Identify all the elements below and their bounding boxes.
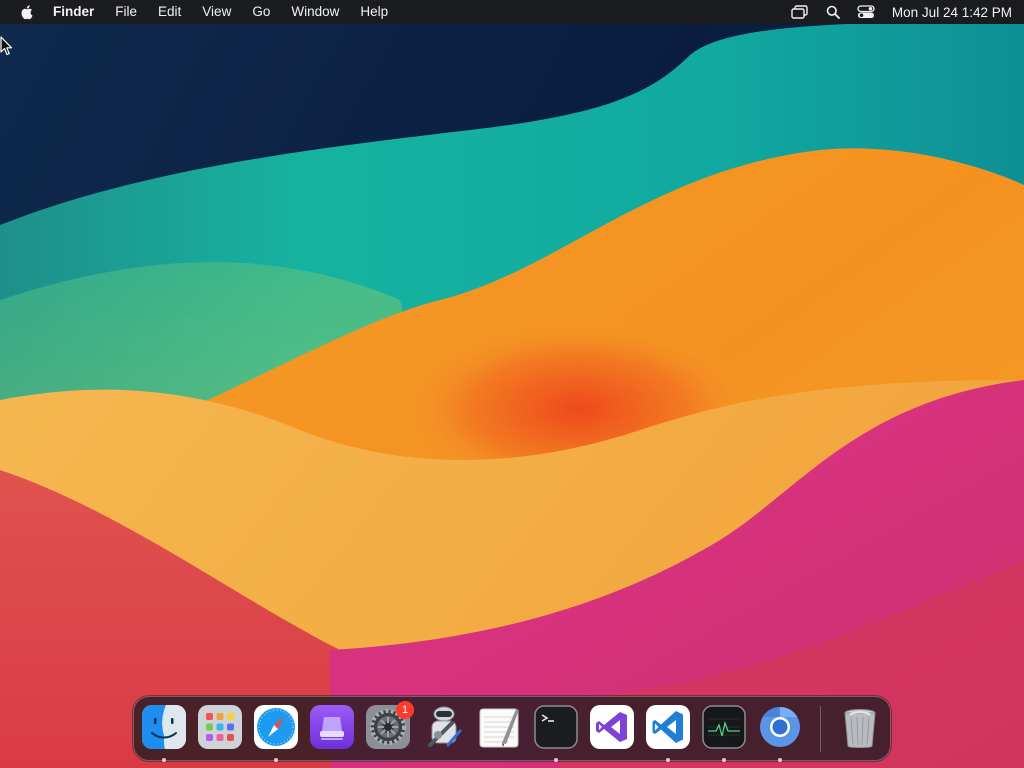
dock-item-chromium[interactable] (758, 705, 802, 749)
menu-app-name[interactable]: Finder (53, 0, 94, 24)
dock-item-vscode[interactable] (646, 705, 690, 749)
trash-icon (844, 709, 876, 748)
running-indicator (162, 758, 166, 762)
dock-item-safari[interactable] (254, 705, 298, 749)
menu-window[interactable]: Window (291, 0, 339, 24)
menu-file[interactable]: File (115, 0, 137, 24)
menu-bar: Finder File Edit View Go Window Help Mon… (0, 0, 1024, 24)
apple-menu-icon[interactable] (19, 4, 35, 20)
dock-item-automator[interactable] (422, 705, 466, 749)
dock-item-trash[interactable] (838, 705, 882, 749)
dock-item-visual-studio[interactable] (590, 705, 634, 749)
purple-app-icon (310, 705, 354, 749)
menu-bar-clock[interactable]: Mon Jul 24 1:42 PM (892, 5, 1012, 20)
running-indicator (274, 758, 278, 762)
wallpaper (0, 0, 1024, 768)
vscode-icon (646, 705, 690, 749)
running-indicator (666, 758, 670, 762)
dock-separator (820, 706, 821, 752)
spotlight-search-icon[interactable] (823, 4, 843, 20)
running-indicator (554, 758, 558, 762)
visual-studio-icon (590, 705, 634, 749)
dock-item-finder[interactable] (142, 705, 186, 749)
menu-edit[interactable]: Edit (158, 0, 181, 24)
running-indicator (778, 758, 782, 762)
activity-monitor-icon (702, 705, 746, 749)
safari-icon (254, 705, 298, 749)
dock-item-activity-monitor[interactable] (702, 705, 746, 749)
dock: 1 (133, 696, 891, 762)
launchpad-icon (198, 705, 242, 749)
menu-go[interactable]: Go (252, 0, 270, 24)
running-indicator (722, 758, 726, 762)
dock-item-purple-app[interactable] (310, 705, 354, 749)
chromium-icon (760, 707, 800, 747)
dock-item-system-settings[interactable]: 1 (366, 701, 414, 749)
menu-help[interactable]: Help (360, 0, 388, 24)
notification-badge: 1 (396, 701, 414, 719)
screen-mirroring-icon[interactable] (790, 4, 810, 20)
finder-icon (142, 705, 186, 749)
mouse-cursor-icon (0, 36, 13, 56)
control-center-icon[interactable] (856, 4, 876, 20)
automator-icon (428, 706, 462, 747)
menu-view[interactable]: View (202, 0, 231, 24)
dock-item-terminal[interactable] (534, 705, 578, 749)
terminal-icon (534, 705, 578, 749)
textedit-icon (479, 708, 519, 748)
desktop[interactable]: Finder File Edit View Go Window Help Mon… (0, 0, 1024, 768)
dock-item-textedit[interactable] (478, 705, 522, 749)
dock-item-launchpad[interactable] (198, 705, 242, 749)
